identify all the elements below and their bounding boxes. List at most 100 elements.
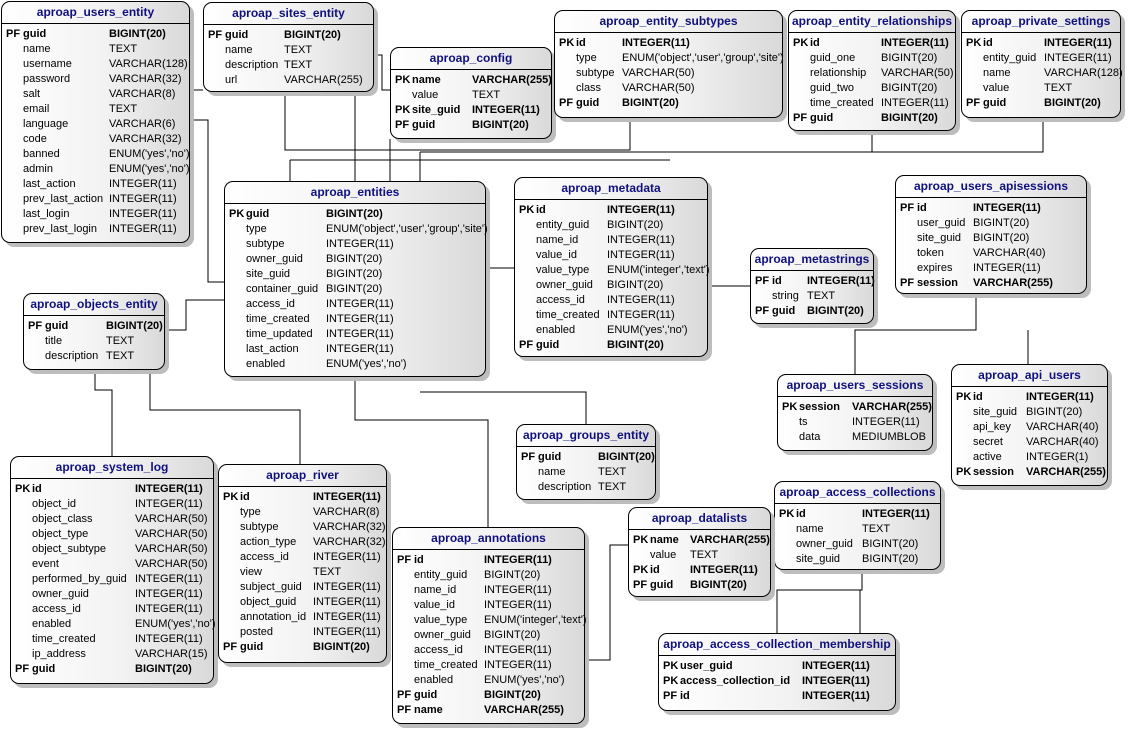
column-row: owner_guid BIGINT(20) xyxy=(225,252,485,267)
column-row: url VARCHAR(255) xyxy=(204,73,373,88)
column-row: enabled ENUM('yes','no') xyxy=(11,617,216,632)
column-row: data MEDIUMBLOB xyxy=(778,430,932,445)
column-type: INTEGER(11) xyxy=(313,491,381,503)
table-entity-subtypes[interactable]: aproap_entity_subtypes PK id INTEGER(11) typ… xyxy=(554,10,784,118)
table-access-collection-membership[interactable]: aproap_access_collection_membership PK use… xyxy=(658,633,896,711)
table-river[interactable]: aproap_river PK id INTEGER(11) type VARCHAR(8… xyxy=(218,464,387,663)
column-type: INTEGER(11) xyxy=(135,498,203,510)
column-type: VARCHAR(50) xyxy=(622,67,695,79)
column-type: BIGINT(20) xyxy=(690,579,747,591)
table-metastrings[interactable]: aproap_metastrings PF id INTEGER(11) string T… xyxy=(750,248,875,324)
column-type: TEXT xyxy=(106,335,135,347)
table-objects-entity[interactable]: aproap_objects_entity PF guid BIGINT(20) tit… xyxy=(23,293,165,370)
table-sites-entity[interactable]: aproap_sites_entity PF guid BIGINT(20) name T… xyxy=(203,2,374,92)
table-annotations[interactable]: aproap_annotations PF id INTEGER(11) entity_… xyxy=(392,527,587,724)
column-name: enabled xyxy=(536,324,576,336)
table-datalists[interactable]: aproap_datalists PK name VARCHAR(255) value T… xyxy=(628,507,771,597)
column-name: site_guid xyxy=(246,268,291,280)
table-config[interactable]: aproap_config PK name VARCHAR(255) value TEXT… xyxy=(390,47,552,139)
column-row: PK session VARCHAR(255) xyxy=(952,465,1107,480)
column-row: salt VARCHAR(8) xyxy=(2,87,189,102)
column-row: subject_guid INTEGER(11) xyxy=(219,580,386,595)
column-name: time_created xyxy=(246,313,310,325)
column-name: owner_guid xyxy=(536,279,593,291)
column-name: id xyxy=(680,690,690,702)
column-type: BIGINT(20) xyxy=(973,232,1030,244)
column-key: PF xyxy=(966,97,981,109)
column-type: VARCHAR(50) xyxy=(135,543,208,555)
column-row: time_created INTEGER(11) xyxy=(789,96,955,111)
column-name: object_id xyxy=(32,498,77,510)
column-row: object_subtype VARCHAR(50) xyxy=(11,542,213,557)
column-type: TEXT xyxy=(862,523,891,535)
column-name: session xyxy=(917,277,958,289)
column-key: PF xyxy=(900,277,915,289)
column-row: access_id INTEGER(11) xyxy=(515,293,707,308)
table-groups-entity[interactable]: aproap_groups_entity PF guid BIGINT(20) name… xyxy=(516,424,656,500)
column-row: owner_guid BIGINT(20) xyxy=(515,278,707,293)
column-name: url xyxy=(225,74,238,86)
column-type: BIGINT(20) xyxy=(1044,97,1101,109)
column-type: INTEGER(11) xyxy=(862,508,930,520)
column-name: site_guid xyxy=(973,406,1018,418)
column-name: container_guid xyxy=(246,283,319,295)
table-users-sessions[interactable]: aproap_users_sessions PK session VARCHAR(25… xyxy=(777,374,933,451)
column-type: INTEGER(11) xyxy=(973,262,1041,274)
column-name: id xyxy=(576,37,586,49)
column-name: posted xyxy=(240,626,274,638)
column-name: subtype xyxy=(240,521,279,533)
column-key: PF xyxy=(519,339,534,351)
column-row: prev_last_login INTEGER(11) xyxy=(2,222,189,237)
column-name: expires xyxy=(917,262,953,274)
column-name: object_type xyxy=(32,528,89,540)
column-name: guid xyxy=(32,663,56,675)
column-name: value_type xyxy=(536,264,590,276)
column-type: BIGINT(20) xyxy=(622,97,679,109)
table-entities[interactable]: aproap_entities PK guid BIGINT(20) type ENUM(… xyxy=(224,181,488,377)
column-type: INTEGER(11) xyxy=(484,659,552,671)
table-private-settings[interactable]: aproap_private_settings PK id INTEGER(11) en… xyxy=(961,10,1123,118)
column-key: PK xyxy=(956,391,972,403)
table-access-collections[interactable]: aproap_access_collections PK id INTEGER(11)… xyxy=(774,481,941,570)
column-name: annotation_id xyxy=(240,611,307,623)
column-name: access_id xyxy=(414,644,463,656)
relationship-line xyxy=(374,54,390,91)
column-type: ENUM('object','user','group','site') xyxy=(326,223,488,235)
column-row: expires INTEGER(11) xyxy=(896,261,1086,276)
column-type: VARCHAR(32) xyxy=(109,133,182,145)
column-row: prev_last_action INTEGER(11) xyxy=(2,192,189,207)
column-type: BIGINT(20) xyxy=(484,629,541,641)
table-entity-relationships[interactable]: aproap_entity_relationships PK id INTEGER(1… xyxy=(788,10,956,131)
column-row: annotation_id INTEGER(11) xyxy=(219,610,386,625)
column-key: PK xyxy=(663,675,679,687)
column-row: last_login INTEGER(11) xyxy=(2,207,189,222)
column-name: name_id xyxy=(536,234,579,246)
column-row: site_guid BIGINT(20) xyxy=(952,405,1107,420)
column-row: view TEXT xyxy=(219,565,386,580)
table-title: aproap_entity_subtypes xyxy=(555,11,782,33)
column-type: VARCHAR(50) xyxy=(135,513,208,525)
column-type: ENUM('yes','no') xyxy=(607,324,688,336)
column-name: id xyxy=(240,491,250,503)
column-row: object_class VARCHAR(50) xyxy=(11,512,213,527)
column-name: entity_guid xyxy=(983,52,1037,64)
column-type: INTEGER(11) xyxy=(109,208,177,220)
column-name: access_id xyxy=(32,603,81,615)
column-name: name xyxy=(650,534,679,546)
table-users-entity[interactable]: aproap_users_entity PF guid BIGINT(20) name T… xyxy=(1,1,190,243)
column-row: value_type ENUM('integer','text') xyxy=(515,263,710,278)
column-type: INTEGER(11) xyxy=(313,626,381,638)
table-api-users[interactable]: aproap_api_users PK id INTEGER(11) site_guid… xyxy=(951,364,1108,486)
column-row: object_guid INTEGER(11) xyxy=(219,595,386,610)
column-type: VARCHAR(50) xyxy=(135,558,208,570)
column-row: PF id INTEGER(11) xyxy=(659,689,895,704)
table-users-apisessions[interactable]: aproap_users_apisessions PF id INTEGER(11) u… xyxy=(895,175,1087,294)
column-row: guid_two BIGINT(20) xyxy=(789,81,955,96)
table-system-log[interactable]: aproap_system_log PK id INTEGER(11) object_i… xyxy=(10,456,216,684)
column-type: INTEGER(11) xyxy=(135,633,203,645)
column-name: guid xyxy=(240,641,264,653)
table-metadata[interactable]: aproap_metadata PK id INTEGER(11) entity_gui… xyxy=(514,177,710,357)
column-name: guid xyxy=(536,339,560,351)
table-title: aproap_river xyxy=(219,465,386,487)
column-name: time_created xyxy=(414,659,478,671)
